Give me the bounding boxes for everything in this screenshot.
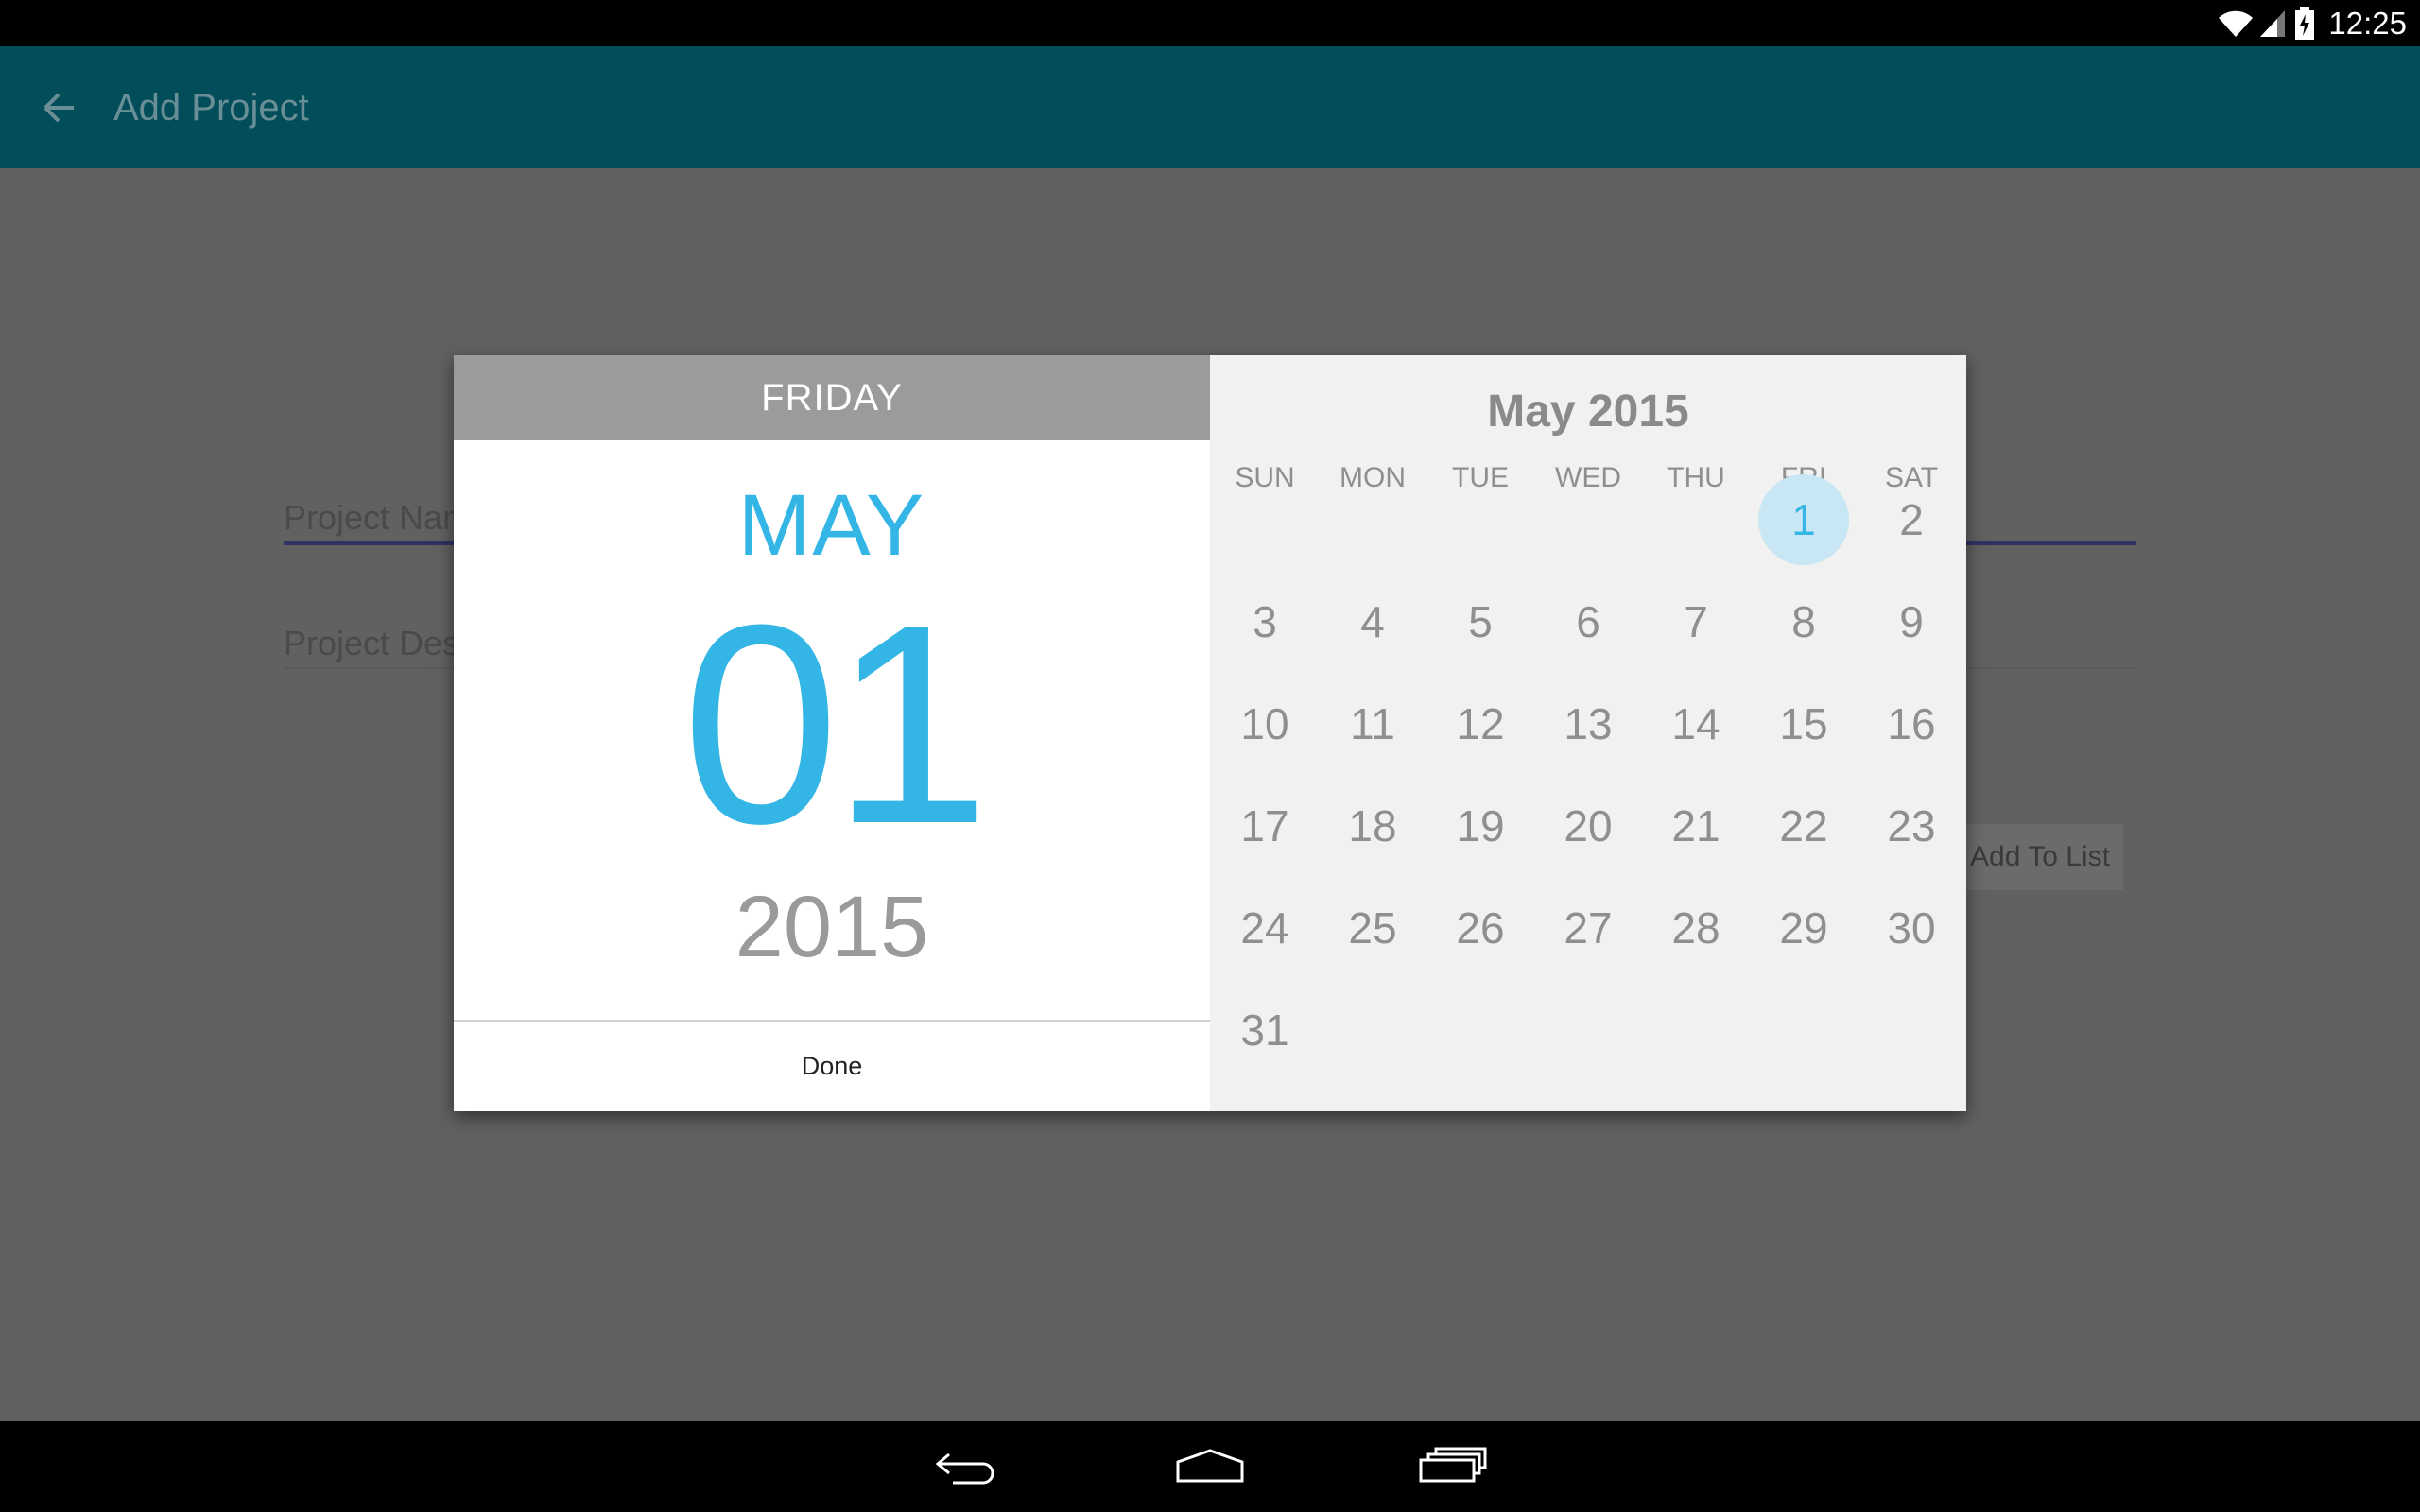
status-icons: 12:25 [2217, 0, 2420, 46]
calendar-day-label: 20 [1564, 801, 1613, 850]
calendar-day-label: 15 [1779, 699, 1828, 748]
calendar-day-4[interactable]: 4 [1319, 575, 1426, 669]
wifi-icon [2217, 9, 2255, 39]
calendar-day-label: 18 [1348, 801, 1397, 850]
calendar-day-18[interactable]: 18 [1319, 779, 1426, 873]
battery-charging-icon [2294, 6, 2315, 41]
calendar-day-label: 28 [1671, 903, 1720, 953]
calendar-day-7[interactable]: 7 [1642, 575, 1750, 669]
date-picker-dialog: FRIDAY MAY 01 2015 Done May 2015 SUN MON T… [454, 355, 1966, 1111]
add-to-list-button[interactable]: Add To List [1957, 824, 2123, 890]
calendar-day-25[interactable]: 25 [1319, 881, 1426, 975]
calendar-day-label: 19 [1456, 801, 1505, 850]
calendar-day-label: 13 [1564, 699, 1613, 748]
calendar-day-label: 9 [1899, 597, 1924, 646]
calendar-day-6[interactable]: 6 [1534, 575, 1642, 669]
calendar-day-label: 5 [1468, 597, 1493, 646]
selected-day[interactable]: 01 [454, 582, 1210, 866]
calendar-day-label: 24 [1240, 903, 1289, 953]
recents-nav-icon[interactable] [1406, 1435, 1500, 1497]
calendar-day-24[interactable]: 24 [1211, 881, 1319, 975]
calendar-grid: 1 2 3 4 5 6 7 8 9 10 11 12 13 14 15 16 17 18 19 20 21 22 23 24 2… [1210, 355, 1966, 1111]
calendar-day-label: 8 [1791, 597, 1816, 646]
calendar-day-3[interactable]: 3 [1211, 575, 1319, 669]
calendar-day-13[interactable]: 13 [1534, 677, 1642, 771]
calendar-day-31[interactable]: 31 [1211, 983, 1319, 1077]
calendar-day-9[interactable]: 9 [1858, 575, 1965, 669]
calendar-day-27[interactable]: 27 [1534, 881, 1642, 975]
status-clock: 12:25 [2328, 5, 2407, 41]
calendar-day-label: 31 [1240, 1005, 1289, 1055]
calendar-day-11[interactable]: 11 [1319, 677, 1426, 771]
calendar-day-14[interactable]: 14 [1642, 677, 1750, 771]
page-title: Add Project [113, 87, 309, 129]
navigation-bar [0, 1421, 2420, 1512]
arrow-back-icon[interactable] [32, 84, 89, 131]
calendar-day-label: 26 [1456, 903, 1505, 953]
cellular-signal-icon [2258, 9, 2287, 39]
calendar-day-label: 10 [1240, 699, 1289, 748]
home-nav-icon[interactable] [1163, 1435, 1257, 1497]
calendar-day-label: 21 [1671, 801, 1720, 850]
calendar-day-5[interactable]: 5 [1426, 575, 1534, 669]
calendar-day-label: 2 [1899, 495, 1924, 544]
calendar-day-label: 4 [1360, 597, 1385, 646]
app-bar: Add Project [0, 46, 2420, 168]
calendar-day-label: 23 [1887, 801, 1936, 850]
status-bar: 12:25 [0, 0, 2420, 46]
calendar-day-23[interactable]: 23 [1858, 779, 1965, 873]
selected-weekday: FRIDAY [454, 355, 1210, 440]
calendar-day-29[interactable]: 29 [1750, 881, 1858, 975]
calendar-day-16[interactable]: 16 [1858, 677, 1965, 771]
calendar-day-22[interactable]: 22 [1750, 779, 1858, 873]
calendar-day-26[interactable]: 26 [1426, 881, 1534, 975]
calendar-day-20[interactable]: 20 [1534, 779, 1642, 873]
back-nav-icon[interactable] [920, 1435, 1014, 1497]
calendar-day-label: 14 [1671, 699, 1720, 748]
calendar-day-label: 16 [1887, 699, 1936, 748]
calendar-day-label: 30 [1887, 903, 1936, 953]
calendar-day-8[interactable]: 8 [1750, 575, 1858, 669]
calendar-day-1[interactable]: 1 [1750, 472, 1858, 567]
calendar-day-17[interactable]: 17 [1211, 779, 1319, 873]
calendar-day-label: 29 [1779, 903, 1828, 953]
calendar-day-label: 11 [1350, 699, 1395, 748]
calendar-day-21[interactable]: 21 [1642, 779, 1750, 873]
calendar-day-label: 7 [1684, 597, 1708, 646]
calendar-day-label: 3 [1253, 597, 1277, 646]
calendar-day-2[interactable]: 2 [1858, 472, 1965, 567]
calendar-day-30[interactable]: 30 [1858, 881, 1965, 975]
calendar-day-19[interactable]: 19 [1426, 779, 1534, 873]
selected-month[interactable]: MAY [454, 478, 1210, 573]
date-summary-pane: FRIDAY MAY 01 2015 Done [454, 355, 1210, 1111]
calendar-day-label: 17 [1240, 801, 1289, 850]
calendar-day-label: 1 [1791, 495, 1816, 544]
calendar-day-label: 12 [1456, 699, 1505, 748]
calendar-day-15[interactable]: 15 [1750, 677, 1858, 771]
calendar-day-label: 25 [1348, 903, 1397, 953]
calendar-day-label: 6 [1576, 597, 1600, 646]
calendar-day-28[interactable]: 28 [1642, 881, 1750, 975]
calendar-day-12[interactable]: 12 [1426, 677, 1534, 771]
calendar-day-10[interactable]: 10 [1211, 677, 1319, 771]
calendar-pane: May 2015 SUNMONTUEWEDTHUFRISAT 123456789… [1210, 355, 1966, 1111]
done-button[interactable]: Done [454, 1022, 1210, 1111]
selected-year[interactable]: 2015 [454, 880, 1210, 974]
calendar-day-label: 22 [1779, 801, 1828, 850]
calendar-day-label: 27 [1564, 903, 1613, 953]
